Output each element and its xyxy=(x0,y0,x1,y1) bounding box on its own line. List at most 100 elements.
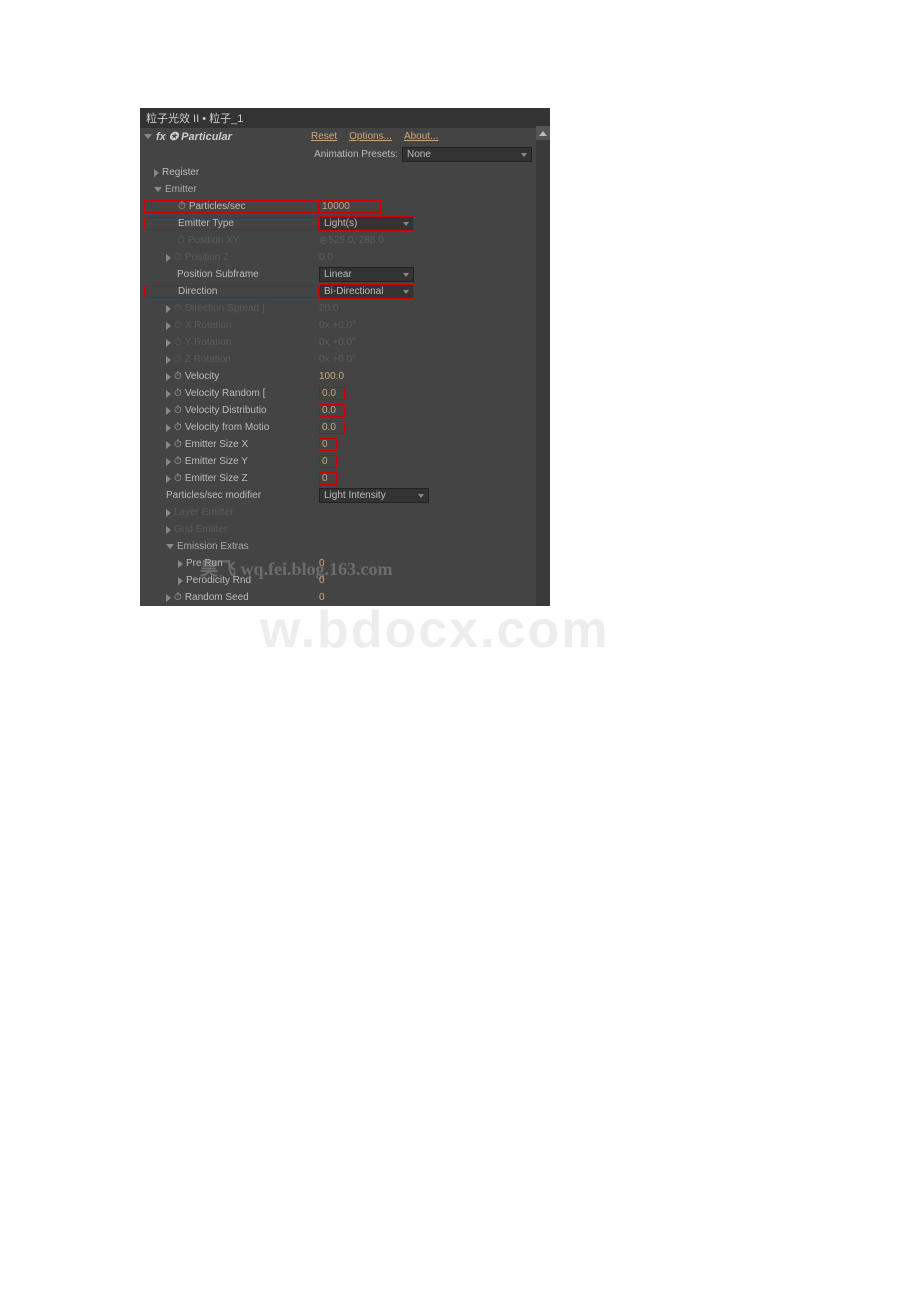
property-value[interactable]: 525.0, 288.0 xyxy=(328,235,384,246)
stopwatch-icon[interactable]: ⏱ xyxy=(174,252,182,263)
stopwatch-icon[interactable]: ⏱ xyxy=(174,456,182,467)
expand-icon[interactable] xyxy=(166,594,171,602)
property-row: ⏱Direction Spread [20.0 xyxy=(140,300,550,317)
watermark-site: w.bdocx.com xyxy=(260,600,609,660)
expand-icon[interactable] xyxy=(166,356,171,364)
property-value[interactable]: 10000 xyxy=(319,200,381,213)
stopwatch-icon[interactable]: ⏱ xyxy=(174,354,182,365)
expand-icon[interactable] xyxy=(166,254,171,262)
property-value[interactable]: 20.0 xyxy=(319,303,338,314)
property-value[interactable]: 0.0 xyxy=(319,387,345,400)
expand-icon[interactable] xyxy=(166,509,171,517)
expand-icon[interactable] xyxy=(166,526,171,534)
property-row: Position SubframeLinear xyxy=(140,266,550,283)
property-row: ⏱Velocity 100.0 xyxy=(140,368,550,385)
property-value[interactable]: 0x +0.0° xyxy=(319,337,356,348)
expand-icon[interactable] xyxy=(166,458,171,466)
property-name: Velocity Distributio xyxy=(185,405,267,416)
stopwatch-icon[interactable]: ⏱ xyxy=(174,422,182,433)
effect-header: fx ✪ Particular Reset Options... About..… xyxy=(140,128,550,145)
property-value[interactable]: 0 xyxy=(319,438,337,451)
property-name: Emitter Size X xyxy=(185,439,248,450)
property-dropdown[interactable]: Bi-Directional xyxy=(319,284,414,299)
expand-icon[interactable] xyxy=(166,424,171,432)
property-value[interactable]: 0x +0.0° xyxy=(319,320,356,331)
expand-icon[interactable] xyxy=(166,475,171,483)
stopwatch-icon[interactable]: ⏱ xyxy=(174,473,182,484)
stopwatch-icon[interactable]: ⏱ xyxy=(177,235,185,246)
property-row: ⏱Y Rotation 0x +0.0° xyxy=(140,334,550,351)
property-name: Emitter Size Z xyxy=(185,473,248,484)
stopwatch-icon[interactable]: ⏱ xyxy=(174,405,182,416)
property-name: Velocity Random [ xyxy=(185,388,266,399)
expand-icon[interactable] xyxy=(166,305,171,313)
property-name: Emitter Size Y xyxy=(185,456,248,467)
preset-dropdown[interactable]: None xyxy=(402,147,532,162)
stopwatch-icon[interactable]: ⏱ xyxy=(174,439,182,450)
property-row: ⏱Velocity Random [ 0.0 xyxy=(140,385,550,402)
stopwatch-icon[interactable]: ⏱ xyxy=(174,337,182,348)
reset-link[interactable]: Reset xyxy=(311,131,337,142)
expand-icon[interactable] xyxy=(166,441,171,449)
chevron-down-icon xyxy=(521,153,527,157)
pre-run-value[interactable]: 0 xyxy=(319,558,325,569)
property-value[interactable]: 0 xyxy=(319,472,337,485)
expand-icon[interactable] xyxy=(166,373,171,381)
property-name: Emitter Type xyxy=(178,218,234,229)
collapse-icon[interactable] xyxy=(154,187,162,192)
periodicity-value[interactable]: 0 xyxy=(319,575,325,586)
stopwatch-icon[interactable]: ⏱ xyxy=(174,320,182,331)
property-name: Position XY xyxy=(188,235,240,246)
property-row: ⏱Emitter Size X 0 xyxy=(140,436,550,453)
property-row: DirectionBi-Directional xyxy=(140,283,550,300)
emitter-group[interactable]: Emitter xyxy=(165,184,197,195)
position-target-icon[interactable]: ⊕ xyxy=(319,234,328,247)
effect-controls-panel: 粒子光效 II • 粒子_1 fx ✪ Particular Reset Opt… xyxy=(140,108,550,606)
property-dropdown[interactable]: Light(s) xyxy=(319,216,414,231)
property-name: Y Rotation xyxy=(185,337,232,348)
property-row: Emitter Type Light(s) xyxy=(140,215,550,232)
expand-icon[interactable] xyxy=(154,169,159,177)
expand-icon[interactable] xyxy=(178,560,183,568)
scroll-up-button[interactable] xyxy=(536,126,550,140)
register-group[interactable]: Register xyxy=(162,167,199,178)
expand-icon[interactable] xyxy=(166,390,171,398)
modifier-dropdown[interactable]: Light Intensity xyxy=(319,488,429,503)
expand-icon[interactable] xyxy=(178,577,183,585)
expand-icon[interactable] xyxy=(166,322,171,330)
property-value[interactable]: 0.0 xyxy=(319,421,345,434)
about-link[interactable]: About... xyxy=(404,131,438,142)
chevron-down-icon xyxy=(403,222,409,226)
property-row: ⏱Emitter Size Y 0 xyxy=(140,453,550,470)
property-name: Velocity xyxy=(185,371,219,382)
collapse-icon[interactable] xyxy=(144,134,152,139)
property-row: ⏱Particles/sec10000 xyxy=(140,198,550,215)
property-row: ⏱Velocity from Motio0.0 xyxy=(140,419,550,436)
collapse-icon[interactable] xyxy=(166,544,174,549)
chevron-down-icon xyxy=(403,290,409,294)
random-seed-value[interactable]: 0 xyxy=(319,592,325,603)
stopwatch-icon[interactable]: ⏱ xyxy=(174,303,182,314)
property-name: X Rotation xyxy=(185,320,232,331)
property-value[interactable]: 100.0 xyxy=(319,371,344,382)
property-row: ⏱Position Z 0.0 xyxy=(140,249,550,266)
property-value[interactable]: 0.0 xyxy=(319,252,333,263)
property-name: Position Z xyxy=(185,252,229,263)
property-name: Z Rotation xyxy=(185,354,231,365)
options-link[interactable]: Options... xyxy=(349,131,392,142)
expand-icon[interactable] xyxy=(166,407,171,415)
property-value[interactable]: 0 xyxy=(319,455,337,468)
stopwatch-icon[interactable]: ⏱ xyxy=(174,371,182,382)
expand-icon[interactable] xyxy=(166,339,171,347)
property-dropdown[interactable]: Linear xyxy=(319,267,414,282)
emission-extras-group[interactable]: Emission Extras xyxy=(177,541,249,552)
stopwatch-icon[interactable]: ⏱ xyxy=(174,388,182,399)
property-row: ⏱Velocity Distributio 0.0 xyxy=(140,402,550,419)
chevron-down-icon xyxy=(418,494,424,498)
stopwatch-icon[interactable]: ⏱ xyxy=(174,592,182,603)
property-row: ⏱X Rotation 0x +0.0° xyxy=(140,317,550,334)
scrollbar[interactable] xyxy=(536,126,550,606)
stopwatch-icon[interactable]: ⏱ xyxy=(178,201,186,212)
property-value[interactable]: 0.0 xyxy=(319,404,345,417)
property-value[interactable]: 0x +0.0° xyxy=(319,354,356,365)
